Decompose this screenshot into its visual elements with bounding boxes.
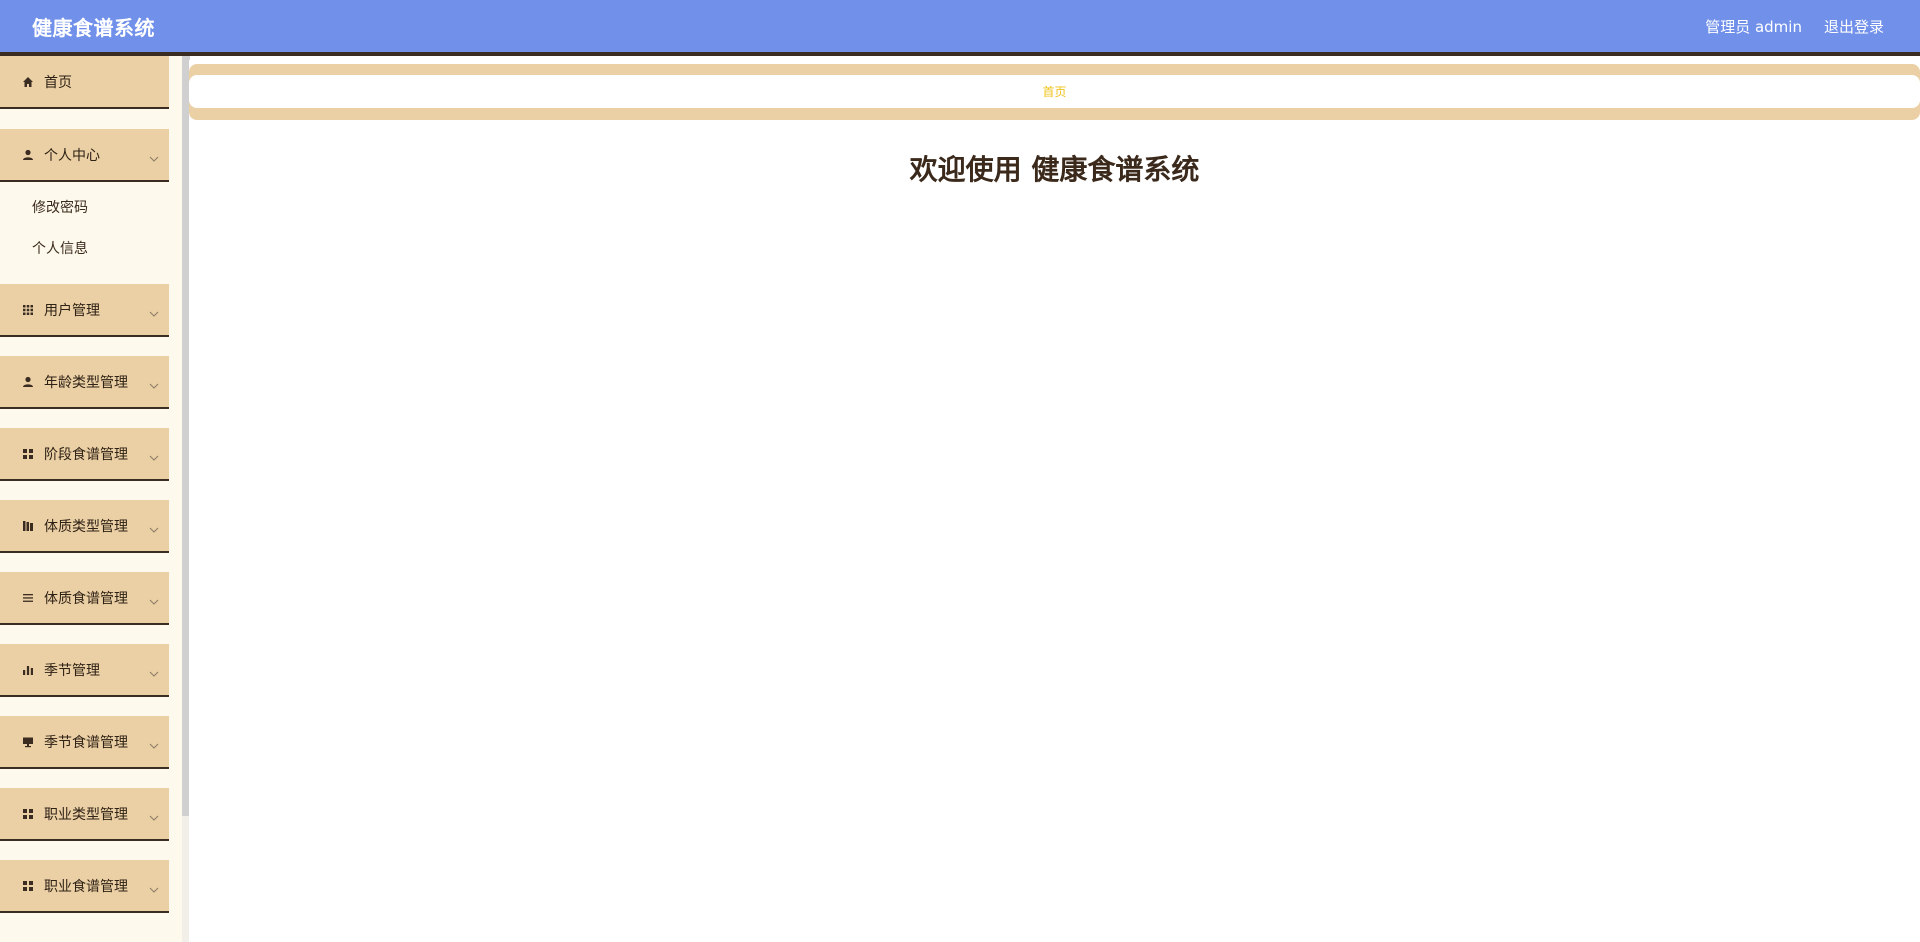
menu-item-age-type[interactable]: 年龄类型管理 xyxy=(0,356,169,409)
menu-item-stage-recipe[interactable]: 阶段食谱管理 xyxy=(0,428,169,481)
books-icon xyxy=(22,520,34,532)
chevron-down-icon xyxy=(149,809,159,825)
menu-item-constitution-type[interactable]: 体质类型管理 xyxy=(0,500,169,553)
sidebar-menu: 首页 个人中心 修改密码 个人信息 用户管理 年龄类型管理 阶段食谱管理 体质类… xyxy=(0,56,169,913)
menu-label: 季节管理 xyxy=(44,662,100,679)
breadcrumb: 首页 xyxy=(189,75,1920,108)
menu-item-season[interactable]: 季节管理 xyxy=(0,644,169,697)
menu-label: 用户管理 xyxy=(44,302,100,319)
breadcrumb-bar: 首页 xyxy=(189,64,1920,120)
chevron-down-icon xyxy=(149,150,159,166)
breadcrumb-item-home[interactable]: 首页 xyxy=(1042,83,1066,100)
chevron-down-icon xyxy=(149,449,159,465)
submenu-item-change-password[interactable]: 修改密码 xyxy=(0,188,169,229)
menu-head-user-management[interactable]: 用户管理 xyxy=(0,284,169,337)
menu-label: 季节食谱管理 xyxy=(44,734,128,751)
logout-button[interactable]: 退出登录 xyxy=(1824,16,1884,37)
menu-label: 体质食谱管理 xyxy=(44,590,128,607)
menu-label: 阶段食谱管理 xyxy=(44,446,128,463)
home-icon xyxy=(22,76,34,88)
menu-label: 职业食谱管理 xyxy=(44,878,128,895)
menu-item-occupation-type[interactable]: 职业类型管理 xyxy=(0,788,169,841)
menu-item-home[interactable]: 首页 xyxy=(0,56,169,109)
apps-icon xyxy=(22,448,34,460)
apps-icon xyxy=(22,880,34,892)
grid-icon xyxy=(22,304,34,316)
menu-item-season-recipe[interactable]: 季节食谱管理 xyxy=(0,716,169,769)
user-icon xyxy=(22,376,34,388)
menu-item-user-management[interactable]: 用户管理 xyxy=(0,284,169,337)
menu-head-occupation-type[interactable]: 职业类型管理 xyxy=(0,788,169,841)
chevron-down-icon xyxy=(149,593,159,609)
submenu-personal-center: 修改密码 个人信息 xyxy=(0,182,169,284)
menu-head-constitution-recipe[interactable]: 体质食谱管理 xyxy=(0,572,169,625)
brand-title: 健康食谱系统 xyxy=(32,15,155,40)
apps-icon xyxy=(22,808,34,820)
chevron-down-icon xyxy=(149,377,159,393)
chevron-down-icon xyxy=(149,521,159,537)
menu-item-occupation-recipe[interactable]: 职业食谱管理 xyxy=(0,860,169,913)
menu-head-stage-recipe[interactable]: 阶段食谱管理 xyxy=(0,428,169,481)
menu-head-personal-center[interactable]: 个人中心 xyxy=(0,129,169,182)
menu-head-occupation-recipe[interactable]: 职业食谱管理 xyxy=(0,860,169,913)
menu-head-home[interactable]: 首页 xyxy=(0,56,169,109)
menu-label: 个人中心 xyxy=(44,147,100,164)
menu-head-season[interactable]: 季节管理 xyxy=(0,644,169,697)
main-content: 首页 欢迎使用 健康食谱系统 xyxy=(189,60,1920,942)
current-user: 管理员 admin xyxy=(1705,17,1802,36)
menu-head-constitution-type[interactable]: 体质类型管理 xyxy=(0,500,169,553)
menu-label: 首页 xyxy=(44,74,72,91)
monitor-icon xyxy=(22,736,34,748)
menu-item-constitution-recipe[interactable]: 体质食谱管理 xyxy=(0,572,169,625)
menu-head-season-recipe[interactable]: 季节食谱管理 xyxy=(0,716,169,769)
submenu-item-personal-info[interactable]: 个人信息 xyxy=(0,229,169,270)
chevron-down-icon xyxy=(149,665,159,681)
welcome-title: 欢迎使用 健康食谱系统 xyxy=(909,153,1200,186)
top-right: 管理员 admin 退出登录 xyxy=(1705,16,1884,37)
list-icon xyxy=(22,592,34,604)
chevron-down-icon xyxy=(149,737,159,753)
menu-label: 职业类型管理 xyxy=(44,806,128,823)
top-bar: 健康食谱系统 管理员 admin 退出登录 xyxy=(0,0,1920,56)
menu-item-personal-center[interactable]: 个人中心 修改密码 个人信息 xyxy=(0,129,169,284)
menu-label: 体质类型管理 xyxy=(44,518,128,535)
menu-label: 年龄类型管理 xyxy=(44,374,128,391)
bar-chart-icon xyxy=(22,664,34,676)
chevron-down-icon xyxy=(149,305,159,321)
sidebar: 首页 个人中心 修改密码 个人信息 用户管理 年龄类型管理 阶段食谱管理 体质类… xyxy=(0,56,182,942)
menu-head-age-type[interactable]: 年龄类型管理 xyxy=(0,356,169,409)
user-icon xyxy=(22,149,34,161)
chevron-down-icon xyxy=(149,881,159,897)
